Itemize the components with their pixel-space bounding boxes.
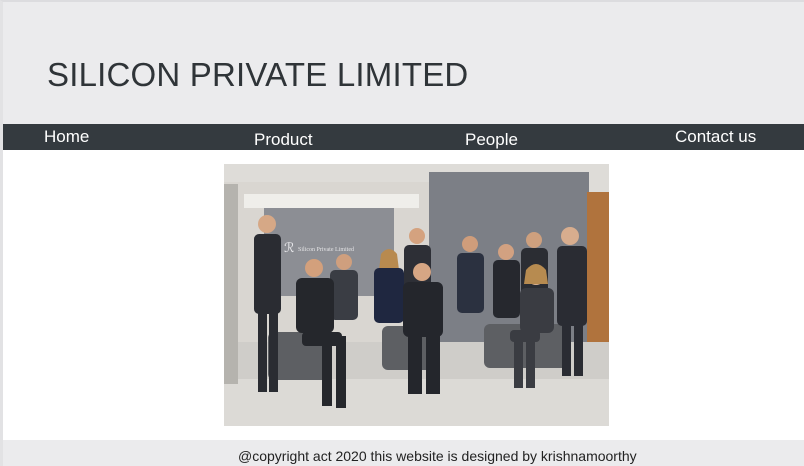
nav-product-link[interactable]: Product [254, 130, 313, 150]
navbar: Home Product People Contact us [3, 124, 804, 150]
sign-text: Silicon Private Limited [298, 247, 354, 253]
copyright-text: @copyright act 2020 this website is desi… [238, 448, 637, 464]
svg-text:ℛ: ℛ [284, 241, 294, 256]
nav-home-link[interactable]: Home [44, 127, 89, 147]
site-footer: @copyright act 2020 this website is desi… [3, 440, 804, 466]
page: SILICON PRIVATE LIMITED Home Product Peo… [0, 0, 804, 466]
team-photo-illustration: ℛ Silicon Private Limited [224, 164, 609, 426]
team-photo: ℛ Silicon Private Limited [224, 164, 609, 426]
site-header: SILICON PRIVATE LIMITED [3, 2, 804, 124]
nav-people-link[interactable]: People [465, 130, 518, 150]
site-title: SILICON PRIVATE LIMITED [47, 56, 469, 93]
nav-contact-link[interactable]: Contact us [675, 127, 756, 147]
